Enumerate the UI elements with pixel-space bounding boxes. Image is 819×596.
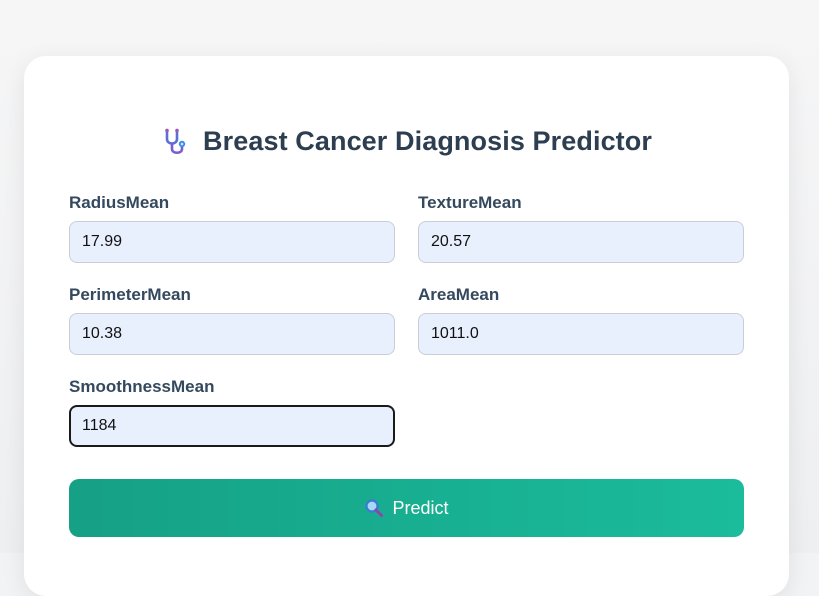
field-perimeter-mean: PerimeterMean [69,284,395,355]
page-header: Breast Cancer Diagnosis Predictor [24,126,789,162]
field-label: AreaMean [418,285,500,304]
field-label: TextureMean [418,193,522,212]
field-radius-mean: RadiusMean [69,192,395,263]
field-label: PerimeterMean [69,285,191,304]
area-mean-input[interactable] [418,313,744,355]
field-texture-mean: TextureMean [418,192,744,263]
predict-button[interactable]: Predict [69,479,744,537]
field-label: RadiusMean [69,193,170,212]
field-area-mean: AreaMean [418,284,744,355]
texture-mean-input[interactable] [418,221,744,263]
predictor-card: Breast Cancer Diagnosis Predictor Radius… [24,56,789,596]
stethoscope-icon [161,127,191,157]
predict-button-label: Predict [392,497,449,518]
field-smoothness-mean: SmoothnessMean [69,376,395,447]
field-label: SmoothnessMean [69,377,215,396]
page-title: Breast Cancer Diagnosis Predictor [203,126,652,156]
smoothness-mean-input[interactable] [69,405,395,447]
radius-mean-input[interactable] [69,221,395,263]
magnifier-icon [364,498,384,518]
perimeter-mean-input[interactable] [69,313,395,355]
